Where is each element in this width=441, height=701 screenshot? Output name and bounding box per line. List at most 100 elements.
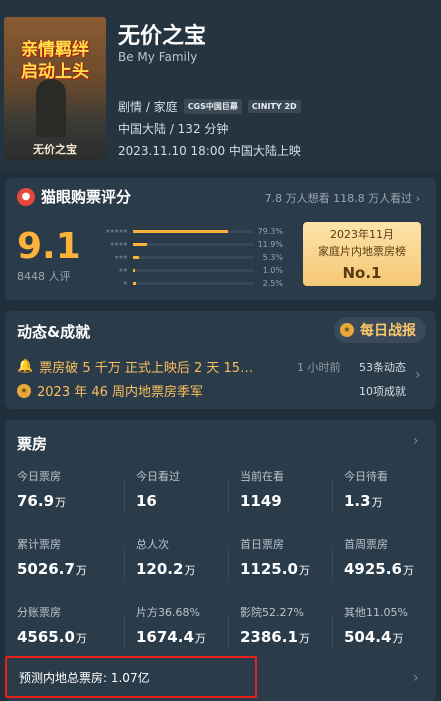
news-item[interactable]: 🔔 票房破 5 千万 正式上映后 2 天 15… xyxy=(17,357,253,376)
boxoffice-label: 首日票房 xyxy=(240,538,284,551)
achievement-count: 10项成就 xyxy=(359,385,406,398)
chevron-right-icon[interactable]: › xyxy=(413,670,419,686)
boxoffice-value: 16 xyxy=(136,492,157,510)
boxoffice-label: 当前在看 xyxy=(240,470,284,483)
distribution-row: ★ 2.5% xyxy=(93,278,283,288)
distribution-row: ★★★★★ 79.3% xyxy=(93,226,283,236)
rating-count: 8448 人评 xyxy=(17,270,71,283)
column-divider xyxy=(332,478,333,512)
chevron-right-icon[interactable]: › xyxy=(415,367,421,383)
boxoffice-cell: 其他11.05% 504.4万 xyxy=(344,604,441,646)
star-icon: ★★ xyxy=(118,266,128,274)
boxoffice-label: 今日待看 xyxy=(344,470,388,483)
boxoffice-cell: 片方36.68% 1674.4万 xyxy=(136,604,241,646)
boxoffice-label: 其他11.05% xyxy=(344,606,408,619)
boxoffice-cell: 影院52.27% 2386.1万 xyxy=(240,604,345,646)
medal-icon: ★ xyxy=(340,323,354,337)
movie-english-title: Be My Family xyxy=(118,50,198,64)
boxoffice-value: 4925.6万 xyxy=(344,560,414,578)
distribution-bar xyxy=(133,255,139,259)
rating-header: ● 猫眼购票评分 xyxy=(17,186,131,207)
distribution-bar xyxy=(133,281,136,285)
boxoffice-cell: 总人次 120.2万 xyxy=(136,536,241,578)
rank-badge[interactable]: 2023年11月 家庭片内地票房榜 No.1 xyxy=(303,222,421,286)
rating-score: 9.1 xyxy=(17,226,81,267)
distribution-pct: 11.9% xyxy=(257,239,283,249)
rank-number: No.1 xyxy=(342,264,382,282)
distribution-pct: 2.5% xyxy=(262,278,283,288)
star-icon: ★★★★★ xyxy=(105,227,128,235)
boxoffice-cell: 首周票房 4925.6万 xyxy=(344,536,441,578)
column-divider xyxy=(124,614,125,648)
boxoffice-label: 分账票房 xyxy=(17,606,61,619)
distribution-pct: 79.3% xyxy=(257,226,283,236)
boxoffice-value: 504.4万 xyxy=(344,628,404,646)
boxoffice-header: 票房 xyxy=(17,435,48,453)
medal-icon: ★ xyxy=(17,383,31,398)
boxoffice-value: 4565.0万 xyxy=(17,628,87,646)
movie-title: 无价之宝 xyxy=(118,24,207,49)
release-date: 2023.11.10 18:00 中国大陆上映 xyxy=(118,144,301,158)
boxoffice-label: 首周票房 xyxy=(344,538,388,551)
movie-header: 亲情羁绊 启动上头 无价之宝 无价之宝 Be My Family 剧情 / 家庭… xyxy=(0,0,441,172)
star-icon: ★ xyxy=(122,279,128,287)
column-divider xyxy=(332,614,333,648)
poster-figure xyxy=(36,79,66,137)
boxoffice-label: 今日票房 xyxy=(17,470,61,483)
boxoffice-cell: 当前在看 1149 xyxy=(240,468,345,510)
boxoffice-cell: 今日待看 1.3万 xyxy=(344,468,441,510)
daily-report-button[interactable]: ★ 每日战报 xyxy=(334,317,426,343)
boxoffice-label: 今日看过 xyxy=(136,470,180,483)
distribution-pct: 1.0% xyxy=(262,265,283,275)
news-card[interactable]: 动态&成就 ★ 每日战报 🔔 票房破 5 千万 正式上映后 2 天 15… 1 … xyxy=(5,311,436,409)
chevron-right-icon[interactable]: › xyxy=(413,433,419,449)
boxoffice-value: 120.2万 xyxy=(136,560,196,578)
format-badge: CGS中国巨幕 xyxy=(183,99,242,114)
movie-poster[interactable]: 亲情羁绊 启动上头 无价之宝 xyxy=(4,17,106,160)
boxoffice-label: 片方36.68% xyxy=(136,606,200,619)
distribution-bar xyxy=(133,229,228,233)
column-divider xyxy=(332,546,333,580)
news-time: 1 小时前 xyxy=(297,361,341,374)
distribution-row: ★★ 1.0% xyxy=(93,265,283,275)
predicted-boxoffice[interactable]: 预测内地总票房: 1.07亿 xyxy=(5,656,257,698)
column-divider xyxy=(124,546,125,580)
boxoffice-cell: 累计票房 5026.7万 xyxy=(17,536,122,578)
news-header: 动态&成就 xyxy=(17,323,91,341)
cat-icon: ● xyxy=(17,187,35,206)
boxoffice-label: 总人次 xyxy=(136,538,169,551)
achievement-item[interactable]: ★ 2023 年 46 周内地票房季军 xyxy=(17,381,203,400)
distribution-bar xyxy=(133,242,147,246)
distribution-row: ★★★ 5.3% xyxy=(93,252,283,262)
poster-slogan: 亲情羁绊 启动上头 xyxy=(21,40,89,82)
distribution-row: ★★★★ 11.9% xyxy=(93,239,283,249)
boxoffice-value: 1674.4万 xyxy=(136,628,206,646)
boxoffice-cell: 今日看过 16 xyxy=(136,468,241,510)
boxoffice-cell: 今日票房 76.9万 xyxy=(17,468,122,510)
boxoffice-value: 2386.1万 xyxy=(240,628,310,646)
boxoffice-cell: 分账票房 4565.0万 xyxy=(17,604,122,646)
column-divider xyxy=(228,614,229,648)
boxoffice-value: 1149 xyxy=(240,492,282,510)
rating-distribution: ★★★★★ 79.3% ★★★★ 11.9% ★★★ 5.3% ★★ 1.0% … xyxy=(93,226,283,291)
poster-title: 无价之宝 xyxy=(33,143,77,156)
rank-period: 2023年11月 xyxy=(330,228,394,241)
star-icon: ★★★★ xyxy=(109,240,128,248)
want-watched-counts[interactable]: 7.8 万人想看 118.8 万人看过 › xyxy=(265,190,420,206)
boxoffice-value: 1.3万 xyxy=(344,492,383,510)
region-duration: 中国大陆 / 132 分钟 xyxy=(118,122,229,136)
distribution-pct: 5.3% xyxy=(262,252,283,262)
column-divider xyxy=(228,478,229,512)
genres: 剧情 / 家庭 xyxy=(118,100,178,114)
rank-category: 家庭片内地票房榜 xyxy=(318,245,406,258)
bell-icon: 🔔 xyxy=(17,359,34,374)
column-divider xyxy=(228,546,229,580)
chevron-right-icon: › xyxy=(415,192,420,205)
news-count: 53条动态 xyxy=(359,361,406,374)
boxoffice-label: 累计票房 xyxy=(17,538,61,551)
distribution-bar xyxy=(133,268,135,272)
boxoffice-cell: 首日票房 1125.0万 xyxy=(240,536,345,578)
boxoffice-value: 5026.7万 xyxy=(17,560,87,578)
format-badge: CINITY 2D xyxy=(247,100,301,113)
boxoffice-value: 1125.0万 xyxy=(240,560,310,578)
